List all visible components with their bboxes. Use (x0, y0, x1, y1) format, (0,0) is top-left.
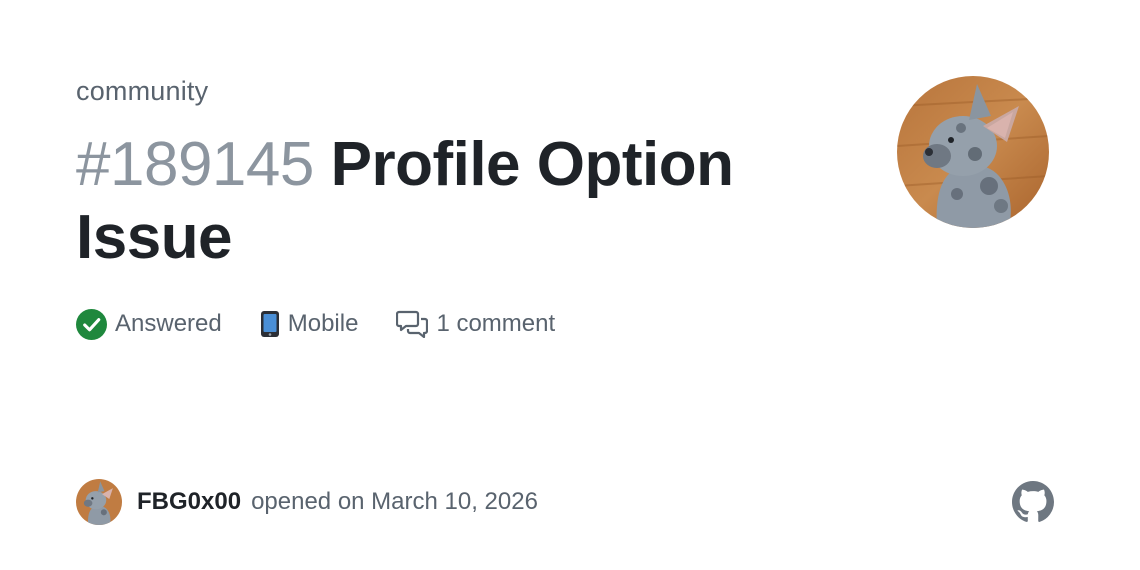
issue-number: #189145 (76, 130, 314, 199)
status-label: Answered (115, 310, 222, 337)
mobile-phone-icon (260, 310, 280, 338)
author-username[interactable]: FBG0x00 (137, 488, 241, 516)
social-card: community #189145 Profile Option Issue A… (0, 0, 1140, 570)
issue-title[interactable]: #189145 Profile Option Issue (76, 128, 796, 274)
comment-count[interactable]: 1 comment (396, 310, 555, 338)
issue-meta-row: Answered Mobile 1 comment (76, 306, 593, 342)
french-bulldog-photo (897, 76, 1049, 228)
opened-date-text: opened on March 10, 2026 (251, 488, 538, 515)
comment-count-label: 1 comment (436, 310, 556, 337)
author-avatar[interactable] (76, 479, 122, 525)
status-badge: Answered (76, 308, 222, 340)
github-icon[interactable] (1012, 481, 1054, 523)
author-avatar-large[interactable] (897, 76, 1049, 228)
category-badge[interactable]: Mobile (260, 310, 359, 338)
comment-discussion-icon (396, 310, 429, 338)
check-circle-icon (76, 308, 107, 340)
issue-footer: FBG0x00 opened on March 10, 2026 (76, 478, 538, 526)
french-bulldog-photo (76, 479, 122, 525)
category-label: Mobile (287, 310, 359, 337)
repository-name[interactable]: community (76, 76, 208, 107)
